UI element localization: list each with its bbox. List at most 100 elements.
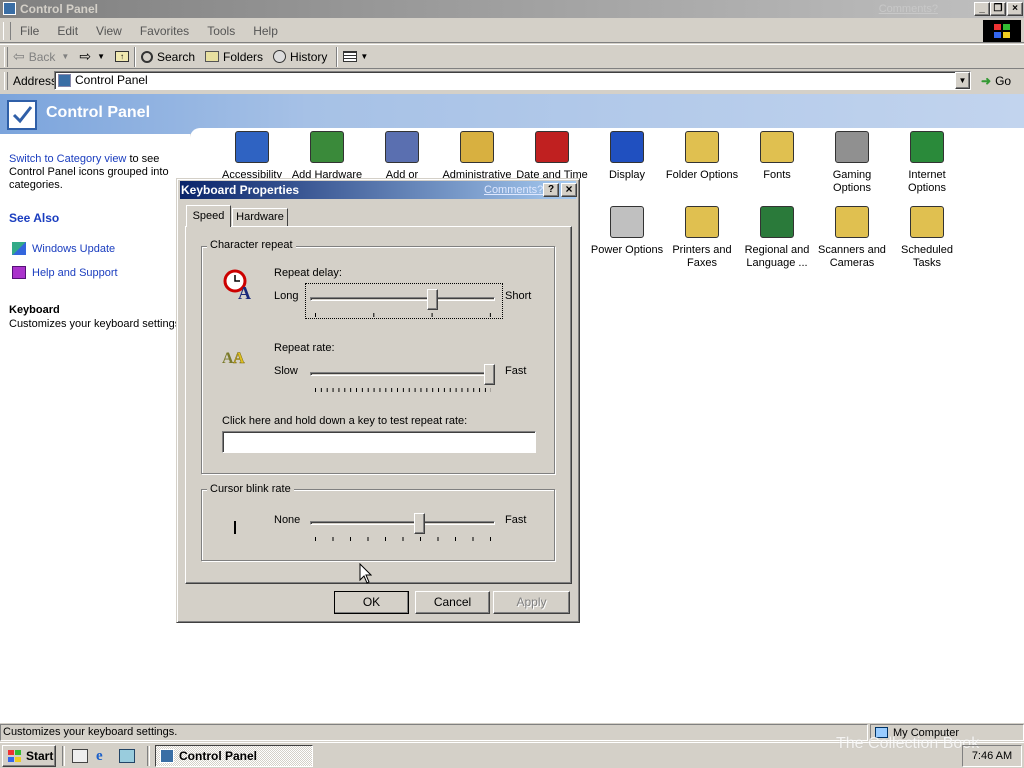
dialog-close-button[interactable]: × [561, 183, 577, 197]
dialog-title-bar: Keyboard Properties Comments? ? × [180, 181, 577, 199]
control-panel-item[interactable]: Add or [364, 131, 440, 182]
go-button[interactable]: ➜ Go [976, 70, 1020, 91]
start-button[interactable]: Start [2, 745, 56, 767]
apply-button[interactable]: Apply [493, 591, 570, 614]
control-panel-small-icon [3, 2, 16, 15]
address-input[interactable]: Control Panel [54, 71, 971, 90]
control-panel-item[interactable]: Regional and Language ... [739, 206, 815, 270]
control-panel-item[interactable]: Folder Options [664, 131, 740, 182]
repeat-delay-long-label: Long [274, 290, 299, 302]
control-panel-item[interactable]: Scanners and Cameras [814, 206, 890, 270]
accessibility-icon [235, 131, 269, 163]
control-panel-item[interactable]: Gaming Options [814, 131, 890, 195]
cursor-blink-preview-icon [234, 521, 236, 534]
comments-link[interactable]: Comments? [879, 3, 938, 15]
tab-speed[interactable]: Speed [186, 205, 231, 227]
history-label: History [290, 49, 328, 64]
power-options-icon [610, 206, 644, 238]
test-repeat-input[interactable] [222, 431, 536, 453]
chevron-down-icon: ▼ [97, 52, 105, 61]
control-panel-item[interactable]: Scheduled Tasks [889, 206, 965, 270]
control-panel-item[interactable]: Administrative [439, 131, 515, 182]
history-button[interactable]: History [268, 46, 332, 68]
chevron-down-icon: ▼ [360, 52, 369, 61]
menu-bar: File Edit View Favorites Tools Help [0, 19, 1024, 43]
control-panel-item[interactable]: Internet Options [889, 131, 965, 195]
forward-button[interactable]: ⇨ ▼ [74, 46, 110, 68]
cursor-blink-group [201, 489, 555, 561]
show-desktop-icon[interactable] [72, 749, 88, 763]
back-button[interactable]: ⇦ Back ▼ [8, 46, 74, 68]
system-clock[interactable]: 7:46 AM [962, 745, 1022, 767]
svg-text:A: A [238, 283, 251, 301]
control-panel-item[interactable]: Display [589, 131, 665, 182]
dialog-comments-link[interactable]: Comments? [484, 181, 543, 199]
menu-help[interactable]: Help [244, 24, 287, 38]
forward-arrow-icon: ⇨ [79, 48, 92, 64]
address-dropdown-button[interactable]: ▼ [955, 72, 970, 89]
test-repeat-label: Click here and hold down a key to test r… [222, 415, 468, 427]
windows-update-label: Windows Update [32, 242, 116, 255]
repeat-rate-icon: AA [222, 345, 256, 368]
views-button[interactable]: ▼ [338, 46, 373, 68]
control-panel-item[interactable]: Power Options [589, 206, 665, 257]
close-button[interactable]: × [1007, 2, 1023, 16]
cursor-blink-slider[interactable] [414, 513, 425, 534]
windows-flag-icon [8, 750, 21, 762]
control-panel-item-label: Power Options [590, 244, 664, 256]
page-title: Control Panel [46, 104, 151, 121]
control-panel-item[interactable]: Printers and Faxes [664, 206, 740, 270]
control-panel-item-label: Display [608, 169, 646, 181]
control-panel-item[interactable]: Date and Time [514, 131, 590, 182]
menu-edit[interactable]: Edit [48, 24, 87, 38]
switch-category-view-link[interactable]: Switch to Category view [9, 153, 126, 165]
window-title-bar: Control Panel Comments? _ ❐ × [0, 0, 1024, 18]
menu-view[interactable]: View [87, 24, 131, 38]
internet-explorer-icon[interactable]: e [96, 748, 112, 764]
cursor-blink-fast-label: Fast [505, 514, 527, 526]
control-panel-item[interactable]: Fonts [739, 131, 815, 182]
search-icon [141, 50, 153, 63]
help-book-icon [12, 266, 26, 279]
cancel-button[interactable]: Cancel [415, 591, 490, 614]
folders-button[interactable]: Folders [200, 46, 268, 68]
up-folder-button[interactable]: ↑ [110, 46, 134, 68]
help-support-link[interactable]: Help and Support [12, 266, 118, 279]
repeat-rate-ticks [315, 388, 491, 392]
standard-toolbar: ⇦ Back ▼ ⇨ ▼ ↑ Search Folders History ▼ [0, 44, 1024, 69]
taskbar: Start e Control Panel The Collection Boo… [0, 735, 1024, 768]
cursor-blink-none-label: None [274, 514, 301, 526]
control-panel-item-label: Fonts [763, 169, 791, 181]
tab-hardware-label: Hardware [236, 211, 284, 223]
start-label: Start [26, 749, 54, 763]
scheduled-tasks-icon [910, 206, 944, 238]
repeat-rate-slider[interactable] [484, 364, 495, 385]
menu-tools[interactable]: Tools [198, 24, 244, 38]
search-button[interactable]: Search [136, 46, 200, 68]
repeat-rate-label: Repeat rate: [274, 342, 335, 354]
regional-language-icon [760, 206, 794, 238]
folders-label: Folders [223, 49, 264, 64]
go-label: Go [995, 73, 1012, 88]
menu-file[interactable]: File [11, 24, 48, 38]
repeat-delay-track [310, 297, 495, 301]
windows-update-link[interactable]: Windows Update [12, 242, 115, 255]
control-panel-item-label: Folder Options [665, 169, 739, 181]
minimize-button[interactable]: _ [974, 2, 990, 16]
back-arrow-icon: ⇦ [13, 48, 25, 64]
character-repeat-label: Character repeat [207, 239, 296, 251]
ok-button[interactable]: OK [334, 591, 409, 614]
cursor-blink-ticks [315, 537, 491, 541]
see-also-heading: See Also [9, 211, 60, 225]
tab-hardware[interactable]: Hardware [232, 208, 288, 227]
menu-favorites[interactable]: Favorites [131, 24, 198, 38]
outlook-express-icon[interactable] [119, 749, 135, 763]
control-panel-item[interactable]: Accessibility [214, 131, 290, 182]
help-button[interactable]: ? [543, 183, 559, 197]
taskbar-control-panel-button[interactable]: Control Panel [155, 745, 313, 767]
repeat-delay-slider[interactable] [427, 289, 438, 310]
restore-button[interactable]: ❐ [990, 2, 1006, 16]
details-description: Customizes your keyboard settings [9, 318, 181, 330]
control-panel-item[interactable]: Add Hardware [289, 131, 365, 182]
add-hardware-icon [310, 131, 344, 163]
